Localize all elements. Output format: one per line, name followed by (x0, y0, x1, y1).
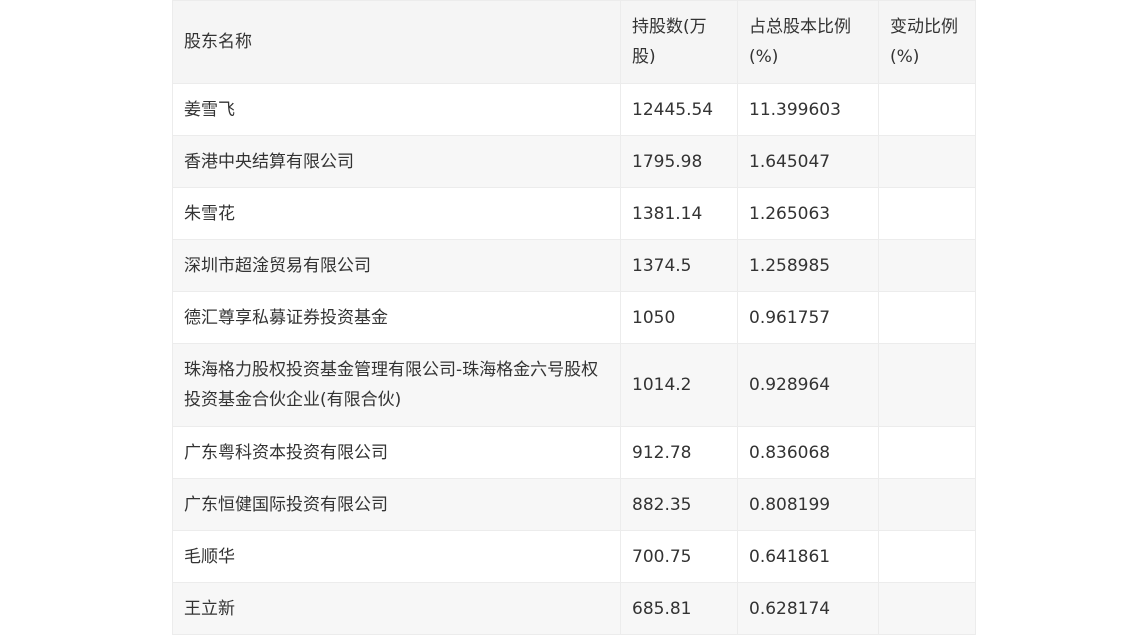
share-ratio-cell: 0.808199 (737, 478, 879, 531)
shareholder-name-cell: 香港中央结算有限公司 (172, 135, 621, 188)
shareholder-name-cell: 毛顺华 (172, 530, 621, 583)
share-ratio-cell: 1.265063 (737, 187, 879, 240)
shares-held-cell: 882.35 (620, 478, 738, 531)
shares-held-cell: 12445.54 (620, 83, 738, 136)
shares-held-cell: 1014.2 (620, 343, 738, 427)
table-row: 毛顺华 700.75 0.641861 (172, 530, 976, 583)
share-ratio-cell: 0.641861 (737, 530, 879, 583)
shareholder-name-cell: 深圳市超淦贸易有限公司 (172, 239, 621, 292)
header-change-ratio: 变动比例(%) (878, 0, 976, 84)
share-ratio-cell: 1.645047 (737, 135, 879, 188)
change-ratio-cell (878, 239, 976, 292)
share-ratio-cell: 11.399603 (737, 83, 879, 136)
shares-held-cell: 1050 (620, 291, 738, 344)
shareholder-name-cell: 德汇尊享私募证券投资基金 (172, 291, 621, 344)
table-row: 姜雪飞 12445.54 11.399603 (172, 83, 976, 136)
change-ratio-cell (878, 582, 976, 635)
table-row: 王立新 685.81 0.628174 (172, 582, 976, 635)
shares-held-cell: 700.75 (620, 530, 738, 583)
table-row: 广东粤科资本投资有限公司 912.78 0.836068 (172, 426, 976, 479)
table-header-row: 股东名称 持股数(万股) 占总股本比例(%) 变动比例(%) (172, 0, 976, 84)
table-row: 广东恒健国际投资有限公司 882.35 0.808199 (172, 478, 976, 531)
table-row: 深圳市超淦贸易有限公司 1374.5 1.258985 (172, 239, 976, 292)
change-ratio-cell (878, 291, 976, 344)
table-row: 香港中央结算有限公司 1795.98 1.645047 (172, 135, 976, 188)
shareholder-name-cell: 姜雪飞 (172, 83, 621, 136)
shares-held-cell: 1381.14 (620, 187, 738, 240)
shareholder-table: 股东名称 持股数(万股) 占总股本比例(%) 变动比例(%) 姜雪飞 12445… (172, 0, 976, 635)
header-shares-held: 持股数(万股) (620, 0, 738, 84)
change-ratio-cell (878, 530, 976, 583)
shares-held-cell: 912.78 (620, 426, 738, 479)
shareholder-name-cell: 朱雪花 (172, 187, 621, 240)
share-ratio-cell: 0.928964 (737, 343, 879, 427)
change-ratio-cell (878, 426, 976, 479)
shareholder-name-cell: 广东恒健国际投资有限公司 (172, 478, 621, 531)
change-ratio-cell (878, 135, 976, 188)
table-row: 朱雪花 1381.14 1.265063 (172, 187, 976, 240)
shareholder-name-cell: 王立新 (172, 582, 621, 635)
change-ratio-cell (878, 343, 976, 427)
table-row: 珠海格力股权投资基金管理有限公司-珠海格金六号股权投资基金合伙企业(有限合伙) … (172, 343, 976, 427)
change-ratio-cell (878, 187, 976, 240)
share-ratio-cell: 0.961757 (737, 291, 879, 344)
share-ratio-cell: 0.836068 (737, 426, 879, 479)
share-ratio-cell: 1.258985 (737, 239, 879, 292)
shareholder-name-cell: 珠海格力股权投资基金管理有限公司-珠海格金六号股权投资基金合伙企业(有限合伙) (172, 343, 621, 427)
shareholder-name-cell: 广东粤科资本投资有限公司 (172, 426, 621, 479)
shares-held-cell: 1374.5 (620, 239, 738, 292)
header-shareholder-name: 股东名称 (172, 0, 621, 84)
share-ratio-cell: 0.628174 (737, 582, 879, 635)
table-row: 德汇尊享私募证券投资基金 1050 0.961757 (172, 291, 976, 344)
change-ratio-cell (878, 478, 976, 531)
header-share-ratio: 占总股本比例(%) (737, 0, 879, 84)
shares-held-cell: 685.81 (620, 582, 738, 635)
shares-held-cell: 1795.98 (620, 135, 738, 188)
change-ratio-cell (878, 83, 976, 136)
